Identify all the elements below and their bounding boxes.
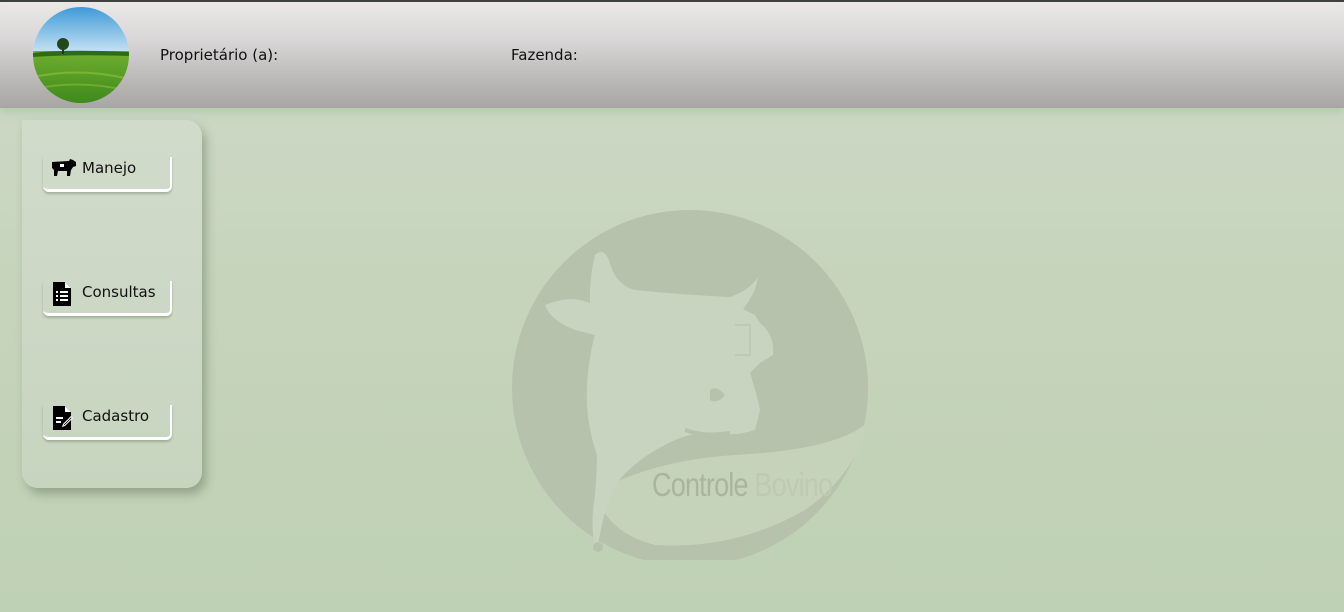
sidebar-item-cadastro[interactable]: Cadastro — [43, 405, 172, 440]
sidebar-item-consultas[interactable]: Consultas — [43, 281, 172, 316]
farm-avatar — [33, 7, 129, 103]
document-list-icon — [49, 281, 75, 311]
sidebar-item-label: Consultas — [82, 283, 156, 301]
document-edit-icon — [49, 405, 75, 435]
logo-word-controle: Controle — [652, 466, 749, 503]
sidebar-menu: Manejo Consultas Cadastro — [22, 120, 202, 488]
owner-label: Proprietário (a): — [160, 46, 279, 64]
farm-label: Fazenda: — [511, 46, 578, 64]
logo-text: Controle Bovino — [652, 466, 833, 504]
header-bar: Proprietário (a): Fazenda: — [0, 2, 1344, 108]
sidebar-item-label: Manejo — [82, 159, 137, 177]
controle-bovino-logo — [505, 205, 875, 566]
sidebar-item-label: Cadastro — [82, 407, 150, 425]
cow-icon — [49, 157, 77, 183]
logo-word-bovino: Bovino — [754, 466, 833, 503]
sidebar-item-manejo[interactable]: Manejo — [43, 157, 172, 192]
